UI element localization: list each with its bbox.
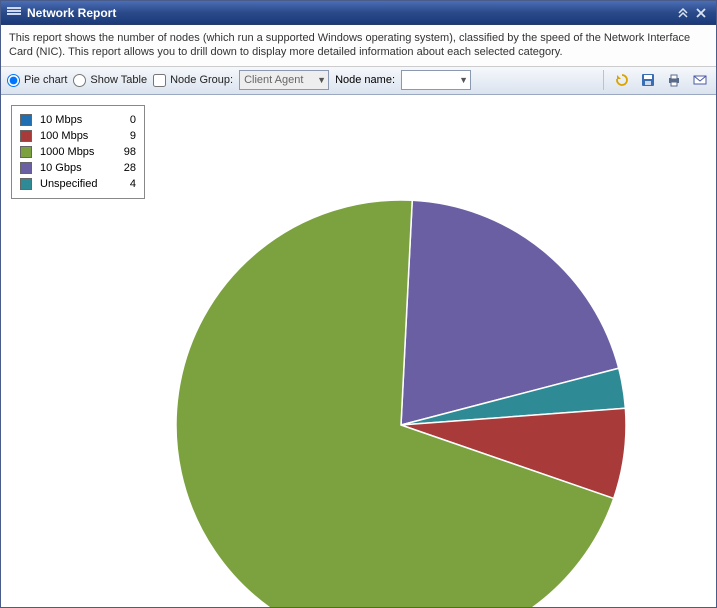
chart-area: 10 Mbps 0 100 Mbps 9 1000 Mbps 98 10 Gbps 28 Uns… bbox=[1, 95, 716, 607]
legend-swatch bbox=[20, 114, 32, 126]
email-icon bbox=[692, 72, 708, 88]
legend-item[interactable]: 100 Mbps 9 bbox=[20, 128, 136, 144]
legend-item[interactable]: 10 Gbps 28 bbox=[20, 160, 136, 176]
legend-label: 1000 Mbps bbox=[40, 146, 110, 158]
legend-value: 28 bbox=[118, 162, 136, 174]
legend-item[interactable]: 10 Mbps 0 bbox=[20, 112, 136, 128]
report-icon bbox=[7, 7, 21, 19]
email-button[interactable] bbox=[690, 70, 710, 90]
pie-chart-radio[interactable]: Pie chart bbox=[7, 74, 67, 87]
collapse-button[interactable] bbox=[674, 5, 692, 21]
legend-value: 9 bbox=[118, 130, 136, 142]
legend-swatch bbox=[20, 130, 32, 142]
report-description: This report shows the number of nodes (w… bbox=[1, 25, 716, 67]
legend-value: 4 bbox=[118, 178, 136, 190]
report-window: Network Report This report shows the num… bbox=[0, 0, 717, 608]
node-group-checkbox[interactable]: Node Group: bbox=[153, 74, 233, 87]
legend-value: 0 bbox=[118, 114, 136, 126]
print-button[interactable] bbox=[664, 70, 684, 90]
chevron-down-icon: ▼ bbox=[317, 75, 326, 85]
pie-chart bbox=[171, 195, 631, 607]
node-group-label: Node Group: bbox=[170, 74, 233, 86]
legend-item[interactable]: 1000 Mbps 98 bbox=[20, 144, 136, 160]
save-icon bbox=[640, 72, 656, 88]
legend-label: 10 Mbps bbox=[40, 114, 110, 126]
legend-label: 100 Mbps bbox=[40, 130, 110, 142]
close-icon bbox=[696, 8, 706, 18]
save-button[interactable] bbox=[638, 70, 658, 90]
refresh-icon bbox=[614, 72, 630, 88]
toolbar-separator bbox=[603, 70, 604, 90]
titlebar: Network Report bbox=[1, 1, 716, 25]
legend-label: Unspecified bbox=[40, 178, 110, 190]
legend-swatch bbox=[20, 146, 32, 158]
node-group-value: Client Agent bbox=[244, 74, 303, 86]
show-table-radio-input[interactable] bbox=[73, 74, 86, 87]
show-table-radio[interactable]: Show Table bbox=[73, 74, 147, 87]
chevrons-up-icon bbox=[677, 8, 689, 18]
legend-item[interactable]: Unspecified 4 bbox=[20, 176, 136, 192]
legend-value: 98 bbox=[118, 146, 136, 158]
pie-chart-radio-label: Pie chart bbox=[24, 74, 67, 86]
node-name-label: Node name: bbox=[335, 74, 395, 86]
legend-swatch bbox=[20, 178, 32, 190]
toolbar: Pie chart Show Table Node Group: Client … bbox=[1, 67, 716, 95]
chevron-down-icon: ▼ bbox=[459, 75, 468, 85]
node-group-checkbox-input[interactable] bbox=[153, 74, 166, 87]
print-icon bbox=[666, 72, 682, 88]
node-group-select[interactable]: Client Agent ▼ bbox=[239, 70, 329, 90]
chart-legend: 10 Mbps 0 100 Mbps 9 1000 Mbps 98 10 Gbps 28 Uns… bbox=[11, 105, 145, 199]
node-name-select[interactable]: ▼ bbox=[401, 70, 471, 90]
window-title: Network Report bbox=[27, 6, 116, 20]
show-table-radio-label: Show Table bbox=[90, 74, 147, 86]
close-button[interactable] bbox=[692, 5, 710, 21]
legend-swatch bbox=[20, 162, 32, 174]
refresh-button[interactable] bbox=[612, 70, 632, 90]
pie-chart-radio-input[interactable] bbox=[7, 74, 20, 87]
legend-label: 10 Gbps bbox=[40, 162, 110, 174]
